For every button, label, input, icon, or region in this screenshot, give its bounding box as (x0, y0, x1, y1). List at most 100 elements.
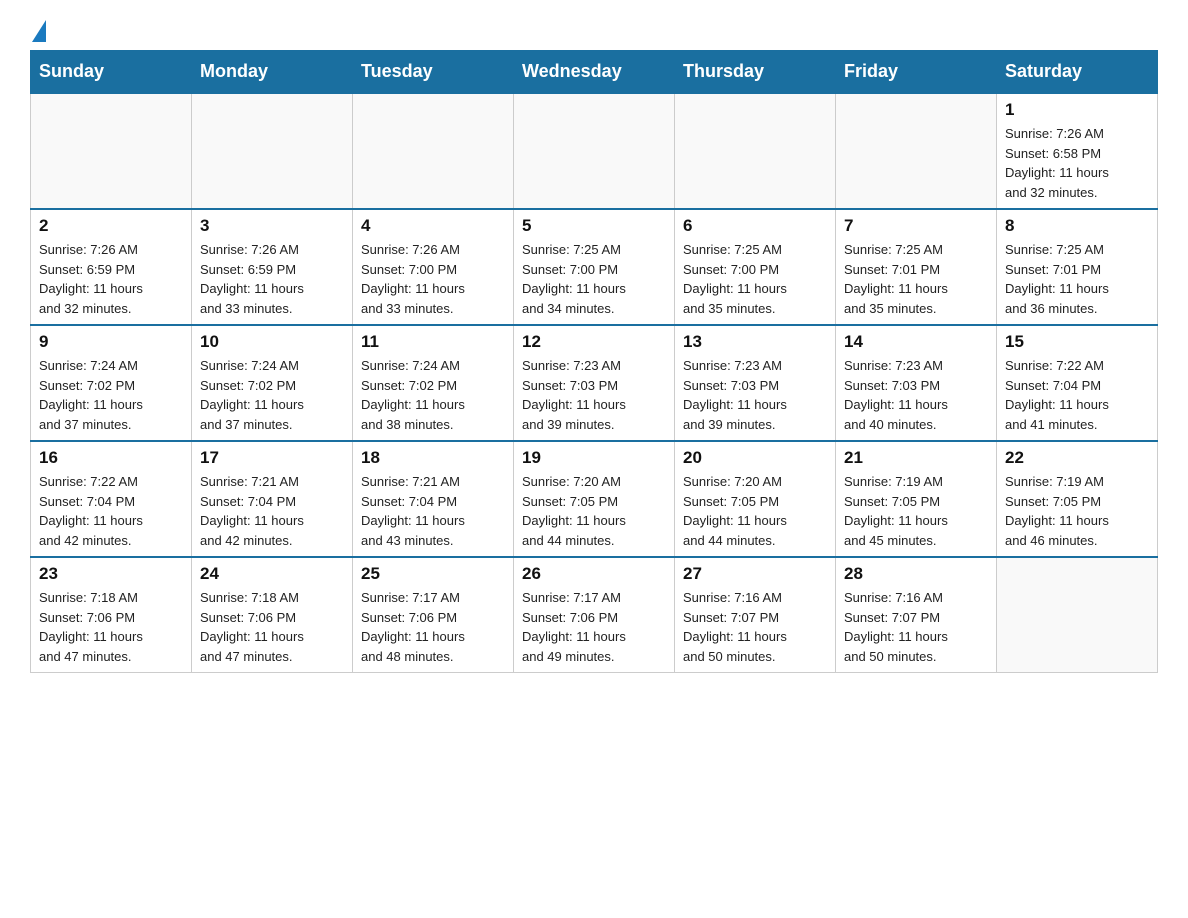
day-info: Sunrise: 7:24 AM Sunset: 7:02 PM Dayligh… (200, 356, 344, 434)
calendar-cell: 2 Sunrise: 7:26 AM Sunset: 6:59 PM Daylig… (31, 209, 192, 325)
day-info: Sunrise: 7:19 AM Sunset: 7:05 PM Dayligh… (1005, 472, 1149, 550)
weekday-header-wednesday: Wednesday (514, 51, 675, 94)
day-number: 15 (1005, 332, 1149, 352)
calendar-cell: 4 Sunrise: 7:26 AM Sunset: 7:00 PM Daylig… (353, 209, 514, 325)
day-info: Sunrise: 7:26 AM Sunset: 6:59 PM Dayligh… (39, 240, 183, 318)
calendar-cell: 18 Sunrise: 7:21 AM Sunset: 7:04 PM Dayli… (353, 441, 514, 557)
calendar-cell (31, 93, 192, 209)
day-number: 20 (683, 448, 827, 468)
calendar-cell: 24Sunrise: 7:18 AM Sunset: 7:06 PM Dayli… (192, 557, 353, 673)
calendar-cell: 6 Sunrise: 7:25 AM Sunset: 7:00 PM Daylig… (675, 209, 836, 325)
calendar-cell: 10 Sunrise: 7:24 AM Sunset: 7:02 PM Dayli… (192, 325, 353, 441)
calendar-cell (192, 93, 353, 209)
calendar-table: SundayMondayTuesdayWednesdayThursdayFrid… (30, 50, 1158, 673)
calendar-cell: 13 Sunrise: 7:23 AM Sunset: 7:03 PM Dayli… (675, 325, 836, 441)
day-info: Sunrise: 7:24 AM Sunset: 7:02 PM Dayligh… (39, 356, 183, 434)
day-info: Sunrise: 7:23 AM Sunset: 7:03 PM Dayligh… (683, 356, 827, 434)
logo-triangle-icon (32, 20, 46, 42)
calendar-cell (675, 93, 836, 209)
logo (30, 20, 46, 40)
week-row-4: 16 Sunrise: 7:22 AM Sunset: 7:04 PM Dayli… (31, 441, 1158, 557)
weekday-header-sunday: Sunday (31, 51, 192, 94)
day-info: Sunrise: 7:25 AM Sunset: 7:00 PM Dayligh… (683, 240, 827, 318)
day-info: Sunrise: 7:21 AM Sunset: 7:04 PM Dayligh… (200, 472, 344, 550)
calendar-cell: 8 Sunrise: 7:25 AM Sunset: 7:01 PM Daylig… (997, 209, 1158, 325)
day-number: 7 (844, 216, 988, 236)
calendar-cell: 14Sunrise: 7:23 AM Sunset: 7:03 PM Dayli… (836, 325, 997, 441)
day-info: Sunrise: 7:19 AM Sunset: 7:05 PM Dayligh… (844, 472, 988, 550)
day-number: 24 (200, 564, 344, 584)
day-number: 22 (1005, 448, 1149, 468)
day-info: Sunrise: 7:16 AM Sunset: 7:07 PM Dayligh… (683, 588, 827, 666)
calendar-cell: 28 Sunrise: 7:16 AM Sunset: 7:07 PM Dayli… (836, 557, 997, 673)
calendar-cell: 16 Sunrise: 7:22 AM Sunset: 7:04 PM Dayli… (31, 441, 192, 557)
calendar-cell: 1 Sunrise: 7:26 AM Sunset: 6:58 PM Daylig… (997, 93, 1158, 209)
weekday-header-tuesday: Tuesday (353, 51, 514, 94)
calendar-cell: 12 Sunrise: 7:23 AM Sunset: 7:03 PM Dayli… (514, 325, 675, 441)
calendar-cell: 19 Sunrise: 7:20 AM Sunset: 7:05 PM Dayli… (514, 441, 675, 557)
day-info: Sunrise: 7:26 AM Sunset: 7:00 PM Dayligh… (361, 240, 505, 318)
calendar-cell: 11 Sunrise: 7:24 AM Sunset: 7:02 PM Dayli… (353, 325, 514, 441)
weekday-header-monday: Monday (192, 51, 353, 94)
day-info: Sunrise: 7:23 AM Sunset: 7:03 PM Dayligh… (844, 356, 988, 434)
day-info: Sunrise: 7:26 AM Sunset: 6:59 PM Dayligh… (200, 240, 344, 318)
day-number: 19 (522, 448, 666, 468)
day-number: 3 (200, 216, 344, 236)
day-number: 26 (522, 564, 666, 584)
day-info: Sunrise: 7:21 AM Sunset: 7:04 PM Dayligh… (361, 472, 505, 550)
calendar-cell (836, 93, 997, 209)
day-number: 4 (361, 216, 505, 236)
calendar-cell (353, 93, 514, 209)
day-number: 9 (39, 332, 183, 352)
day-number: 21 (844, 448, 988, 468)
day-number: 12 (522, 332, 666, 352)
calendar-cell: 27 Sunrise: 7:16 AM Sunset: 7:07 PM Dayli… (675, 557, 836, 673)
day-info: Sunrise: 7:26 AM Sunset: 6:58 PM Dayligh… (1005, 124, 1149, 202)
calendar-cell: 21 Sunrise: 7:19 AM Sunset: 7:05 PM Dayli… (836, 441, 997, 557)
day-number: 5 (522, 216, 666, 236)
day-number: 10 (200, 332, 344, 352)
calendar-cell: 9 Sunrise: 7:24 AM Sunset: 7:02 PM Daylig… (31, 325, 192, 441)
day-info: Sunrise: 7:25 AM Sunset: 7:01 PM Dayligh… (844, 240, 988, 318)
week-row-5: 23Sunrise: 7:18 AM Sunset: 7:06 PM Dayli… (31, 557, 1158, 673)
day-number: 28 (844, 564, 988, 584)
day-number: 6 (683, 216, 827, 236)
week-row-3: 9 Sunrise: 7:24 AM Sunset: 7:02 PM Daylig… (31, 325, 1158, 441)
week-row-2: 2 Sunrise: 7:26 AM Sunset: 6:59 PM Daylig… (31, 209, 1158, 325)
day-number: 13 (683, 332, 827, 352)
day-number: 27 (683, 564, 827, 584)
calendar-cell: 17 Sunrise: 7:21 AM Sunset: 7:04 PM Dayli… (192, 441, 353, 557)
day-info: Sunrise: 7:23 AM Sunset: 7:03 PM Dayligh… (522, 356, 666, 434)
day-info: Sunrise: 7:25 AM Sunset: 7:01 PM Dayligh… (1005, 240, 1149, 318)
calendar-cell (997, 557, 1158, 673)
calendar-cell: 26Sunrise: 7:17 AM Sunset: 7:06 PM Dayli… (514, 557, 675, 673)
day-info: Sunrise: 7:20 AM Sunset: 7:05 PM Dayligh… (522, 472, 666, 550)
calendar-cell: 5 Sunrise: 7:25 AM Sunset: 7:00 PM Daylig… (514, 209, 675, 325)
day-number: 16 (39, 448, 183, 468)
calendar-cell: 22 Sunrise: 7:19 AM Sunset: 7:05 PM Dayli… (997, 441, 1158, 557)
day-number: 18 (361, 448, 505, 468)
calendar-cell: 3 Sunrise: 7:26 AM Sunset: 6:59 PM Daylig… (192, 209, 353, 325)
day-number: 8 (1005, 216, 1149, 236)
page-header (30, 20, 1158, 40)
calendar-cell: 7 Sunrise: 7:25 AM Sunset: 7:01 PM Daylig… (836, 209, 997, 325)
calendar-cell: 15Sunrise: 7:22 AM Sunset: 7:04 PM Dayli… (997, 325, 1158, 441)
day-number: 1 (1005, 100, 1149, 120)
week-row-1: 1 Sunrise: 7:26 AM Sunset: 6:58 PM Daylig… (31, 93, 1158, 209)
day-info: Sunrise: 7:25 AM Sunset: 7:00 PM Dayligh… (522, 240, 666, 318)
day-info: Sunrise: 7:16 AM Sunset: 7:07 PM Dayligh… (844, 588, 988, 666)
day-number: 17 (200, 448, 344, 468)
day-number: 23 (39, 564, 183, 584)
calendar-cell (514, 93, 675, 209)
day-info: Sunrise: 7:22 AM Sunset: 7:04 PM Dayligh… (39, 472, 183, 550)
day-number: 2 (39, 216, 183, 236)
calendar-cell: 20 Sunrise: 7:20 AM Sunset: 7:05 PM Dayli… (675, 441, 836, 557)
weekday-header-thursday: Thursday (675, 51, 836, 94)
day-number: 11 (361, 332, 505, 352)
calendar-cell: 25Sunrise: 7:17 AM Sunset: 7:06 PM Dayli… (353, 557, 514, 673)
day-info: Sunrise: 7:24 AM Sunset: 7:02 PM Dayligh… (361, 356, 505, 434)
day-info: Sunrise: 7:20 AM Sunset: 7:05 PM Dayligh… (683, 472, 827, 550)
day-info: Sunrise: 7:17 AM Sunset: 7:06 PM Dayligh… (361, 588, 505, 666)
weekday-header-saturday: Saturday (997, 51, 1158, 94)
calendar-cell: 23Sunrise: 7:18 AM Sunset: 7:06 PM Dayli… (31, 557, 192, 673)
